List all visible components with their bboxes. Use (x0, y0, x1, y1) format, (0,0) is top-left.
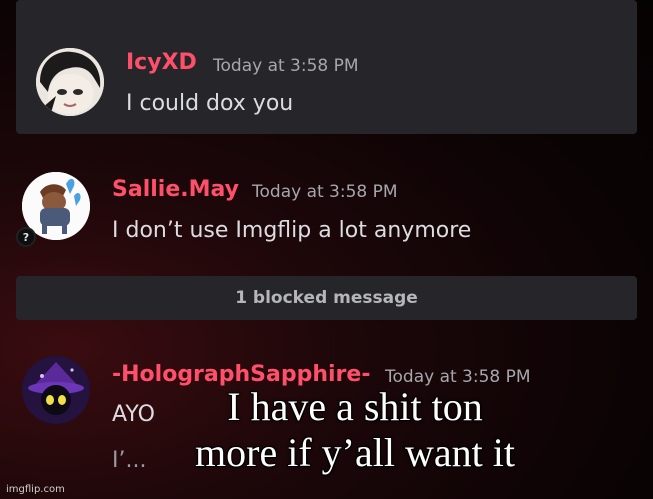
blocked-message-bar[interactable]: 1 blocked message (16, 276, 637, 320)
imgflip-watermark: imgflip.com (6, 484, 65, 495)
avatar[interactable] (22, 356, 90, 424)
timestamp: Today at 3:58 PM (213, 56, 359, 76)
anime-character-avatar-icon (36, 48, 104, 116)
username[interactable]: Sallie.May (112, 177, 239, 202)
message-card-icyxd: IcyXD Today at 3:58 PM I could dox you (16, 0, 637, 134)
message-text: I don’t use Imgflip a lot anymore (112, 218, 472, 243)
message-text: AYO (112, 402, 155, 427)
purple-witch-avatar-icon (22, 356, 90, 424)
caption-line-2: more if y’all want it (195, 430, 515, 475)
timestamp: Today at 3:58 PM (252, 182, 398, 202)
message-text-line-2: I’... (112, 448, 147, 473)
caption-line-1: I have a shit ton (227, 384, 483, 429)
status-badge: ? (16, 227, 36, 247)
username[interactable]: IcyXD (126, 50, 197, 75)
blocked-message-label[interactable]: 1 blocked message (235, 288, 418, 308)
message-text: I could dox you (126, 91, 294, 116)
meme-caption: I have a shit ton more if y’all want it (150, 384, 560, 476)
avatar[interactable] (36, 48, 104, 116)
